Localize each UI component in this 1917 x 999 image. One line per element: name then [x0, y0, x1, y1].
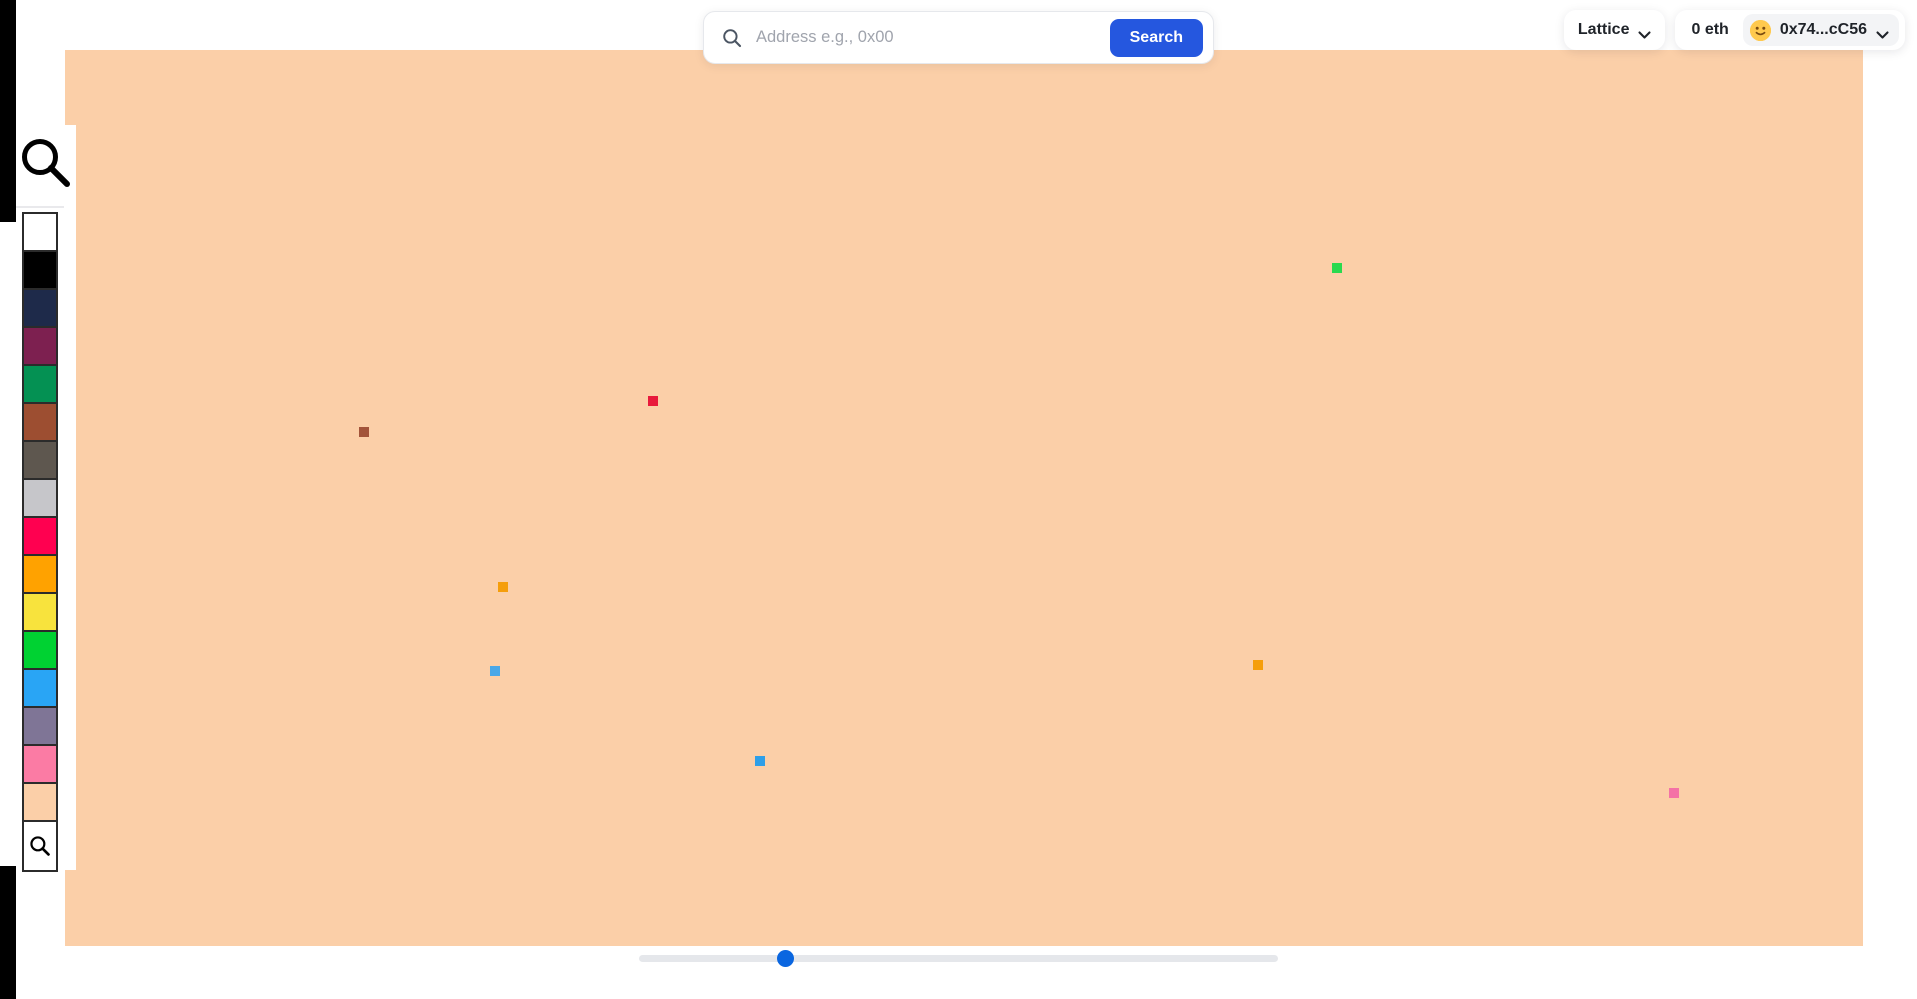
pixel-green[interactable] — [1332, 263, 1342, 273]
palette-swatch-mauve[interactable] — [24, 708, 56, 746]
palette-swatch-orange[interactable] — [24, 556, 56, 594]
palette-swatch-pink[interactable] — [24, 746, 56, 784]
palette-swatch-black[interactable] — [24, 252, 56, 290]
palette-swatch-sky-blue[interactable] — [24, 670, 56, 708]
palette-swatch-sienna[interactable] — [24, 404, 56, 442]
canvas-surface[interactable] — [65, 50, 1863, 946]
palette-swatch-light-gray[interactable] — [24, 480, 56, 518]
pixel-crimson[interactable] — [648, 396, 658, 406]
pixel-pink[interactable] — [1669, 788, 1679, 798]
palette-swatch-peach[interactable] — [24, 784, 56, 822]
left-rail-segment-top — [0, 0, 16, 222]
pixel-orange-b[interactable] — [1253, 660, 1263, 670]
palette-swatch-yellow[interactable] — [24, 594, 56, 632]
palette-swatch-bright-green[interactable] — [24, 632, 56, 670]
search-bar[interactable]: Search — [703, 11, 1214, 64]
palette-swatch-taupe[interactable] — [24, 442, 56, 480]
zoom-slider-thumb[interactable] — [777, 950, 795, 967]
palette-swatch-white[interactable] — [24, 214, 56, 252]
pixel-blue-b[interactable] — [755, 756, 765, 766]
balance-label: 0 eth — [1691, 21, 1729, 38]
left-rail — [0, 0, 16, 999]
zoom-slider[interactable] — [639, 947, 1278, 969]
wallet-address-label: 0x74...cC56 — [1779, 21, 1867, 38]
search-input[interactable] — [754, 27, 1110, 48]
magnifier-icon[interactable] — [18, 127, 74, 199]
color-palette-panel — [16, 125, 76, 872]
palette-swatch-navy[interactable] — [24, 290, 56, 328]
palette-swatch-wine[interactable] — [24, 328, 56, 366]
wallet-address-button[interactable]: 0x74...cC56 — [1742, 14, 1899, 46]
zoom-slider-track[interactable] — [639, 955, 1278, 962]
left-rail-segment-bottom — [0, 866, 16, 999]
chevron-down-icon — [1638, 26, 1652, 39]
smiley-avatar-icon — [1749, 19, 1771, 41]
palette-swatch-crimson[interactable] — [24, 518, 56, 556]
pixel-canvas[interactable] — [65, 50, 1863, 946]
pixel-blue-a[interactable] — [490, 666, 500, 676]
palette-zoom-button[interactable] — [24, 822, 56, 870]
palette-divider — [16, 206, 64, 208]
wallet-panel: 0 eth 0x74...cC56 — [1675, 10, 1905, 50]
pixel-orange-a[interactable] — [498, 582, 508, 592]
pixel-brown[interactable] — [359, 427, 369, 437]
search-icon — [722, 28, 742, 48]
account-toolbar: Lattice 0 eth 0x74...cC56 — [1563, 10, 1905, 50]
palette-swatch-green[interactable] — [24, 366, 56, 404]
chevron-down-icon — [1876, 26, 1889, 39]
network-selector[interactable]: Lattice — [1563, 10, 1666, 50]
swatch-stack[interactable] — [22, 212, 58, 872]
app-root: Search Lattice 0 eth — [0, 0, 1917, 999]
search-button[interactable]: Search — [1109, 18, 1203, 57]
network-label: Lattice — [1577, 21, 1630, 38]
